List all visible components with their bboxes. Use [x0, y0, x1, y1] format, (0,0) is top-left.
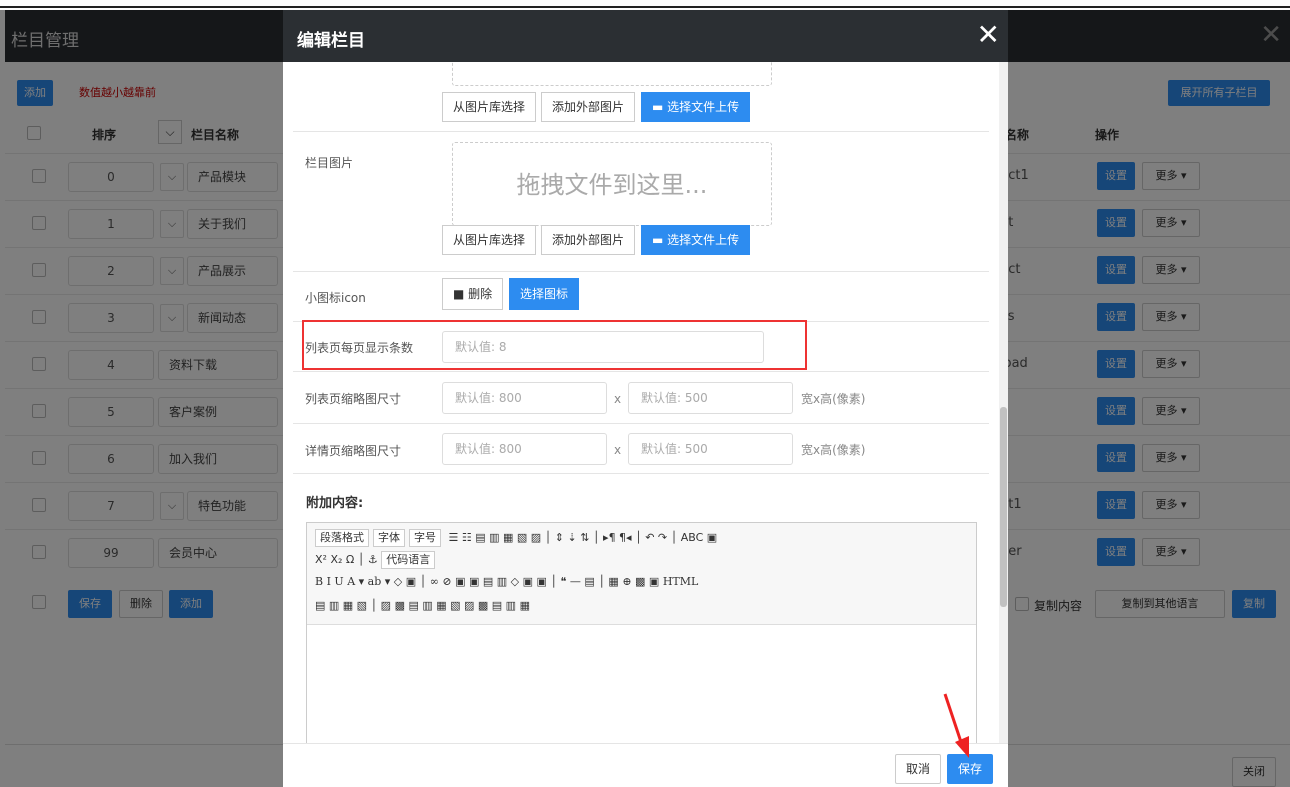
table-icons[interactable]: ▤ ▥ ▦ ▧ │ ▨ ▩ ▤ ▥ ▦ ▧ ▨ ▩ ▤ ▥ ▦	[315, 599, 530, 612]
upload-label: 选择文件上传	[667, 233, 740, 247]
drop-zone[interactable]: 拖拽文件到这里...	[452, 142, 772, 226]
font-select[interactable]: 字体	[373, 529, 405, 547]
scroll-thumb[interactable]	[1000, 407, 1007, 607]
close-icon[interactable]: ✕	[977, 18, 1000, 51]
list-thumb-row: 列表页缩略图尺寸 默认值: 800 x 默认值: 500 宽x高(像素)	[293, 372, 989, 424]
list-thumb-width-input[interactable]: 默认值: 800	[442, 382, 607, 414]
list-thumb-unit: 宽x高(像素)	[801, 392, 866, 406]
format-icons[interactable]: B I U A ▾ ab ▾ ◇ ▣ │ ∞ ⊘ ▣ ▣ ▤ ▥ ◇ ▣ ▣ │…	[315, 575, 698, 588]
upload-button[interactable]: ▬ 选择文件上传	[641, 225, 751, 255]
modal-title: 编辑栏目	[297, 31, 365, 51]
detail-thumb-label: 详情页缩略图尺寸	[305, 444, 402, 458]
icon-row: 小图标icon ■ 删除 选择图标	[293, 272, 989, 322]
folder-icon: ▬	[652, 100, 668, 114]
modal-body: 从图片库选择 添加外部图片 ▬ 选择文件上传 栏目图片 拖拽文件到这里... 从…	[283, 62, 1008, 743]
list-thumb-height-input[interactable]: 默认值: 500	[628, 382, 793, 414]
prev-drop-zone[interactable]	[452, 62, 772, 86]
detail-thumb-unit: 宽x高(像素)	[801, 443, 866, 457]
detail-thumb-height-input[interactable]: 默认值: 500	[628, 433, 793, 465]
trash-icon: ■	[453, 287, 469, 301]
modal-header: 编辑栏目 ✕	[283, 10, 1008, 62]
list-thumb-x: x	[614, 392, 622, 406]
edit-column-modal: 编辑栏目 ✕ 从图片库选择 添加外部图片 ▬ 选择文件上传 栏目图片 拖拽文件到…	[283, 10, 1008, 787]
detail-thumb-x: x	[614, 443, 622, 457]
folder-icon: ▬	[652, 233, 668, 247]
icon-delete-label: 删除	[468, 287, 493, 301]
external-button[interactable]: 添加外部图片	[541, 225, 636, 255]
prev-external-button[interactable]: 添加外部图片	[541, 92, 636, 122]
code-language-select[interactable]: 代码语言	[381, 551, 436, 569]
select-icon-button[interactable]: 选择图标	[509, 278, 580, 310]
superscript-icons[interactable]: X² X₂ Ω │ ⚓	[315, 553, 381, 566]
prev-library-button[interactable]: 从图片库选择	[442, 92, 537, 122]
library-button[interactable]: 从图片库选择	[442, 225, 537, 255]
pointer-arrow-icon	[943, 693, 969, 758]
list-thumb-label: 列表页缩略图尺寸	[305, 392, 402, 406]
detail-thumb-row: 详情页缩略图尺寸 默认值: 800 x 默认值: 500 宽x高(像素)	[293, 424, 989, 474]
paragraph-format-select[interactable]: 段落格式	[315, 529, 369, 547]
font-size-select[interactable]: 字号	[409, 529, 441, 547]
detail-thumb-width-input[interactable]: 默认值: 800	[442, 433, 607, 465]
image-label: 栏目图片	[305, 156, 354, 170]
top-border	[0, 0, 1290, 8]
prev-upload-button[interactable]: ▬ 选择文件上传	[641, 92, 751, 122]
rich-text-editor[interactable]: 段落格式 字体 字号 ☰ ☷ ▤ ▥ ▦ ▧ ▨ │ ⇕ ⇣ ⇅ │ ▸¶ ¶◂ │…	[306, 522, 977, 743]
modal-scrollbar[interactable]	[999, 62, 1008, 743]
prev-image-row: 从图片库选择 添加外部图片 ▬ 选择文件上传	[293, 62, 989, 132]
editor-toolbar: 段落格式 字体 字号 ☰ ☷ ▤ ▥ ▦ ▧ ▨ │ ⇕ ⇣ ⇅ │ ▸¶ ¶◂ │…	[307, 523, 976, 625]
icon-label: 小图标icon	[305, 291, 366, 305]
icon-delete-button[interactable]: ■ 删除	[442, 278, 504, 310]
prev-upload-label: 选择文件上传	[667, 100, 740, 114]
modal-footer: 取消 保存	[283, 743, 1008, 787]
highlight-box	[302, 320, 807, 370]
extra-content-label: 附加内容:	[306, 496, 364, 511]
image-row: 栏目图片 拖拽文件到这里... 从图片库选择 添加外部图片 ▬ 选择文件上传	[293, 132, 989, 272]
list-align-icons[interactable]: ☰ ☷ ▤ ▥ ▦ ▧ ▨ │ ⇕ ⇣ ⇅ │ ▸¶ ¶◂ │ ↶ ↷ │ AB…	[449, 531, 718, 544]
